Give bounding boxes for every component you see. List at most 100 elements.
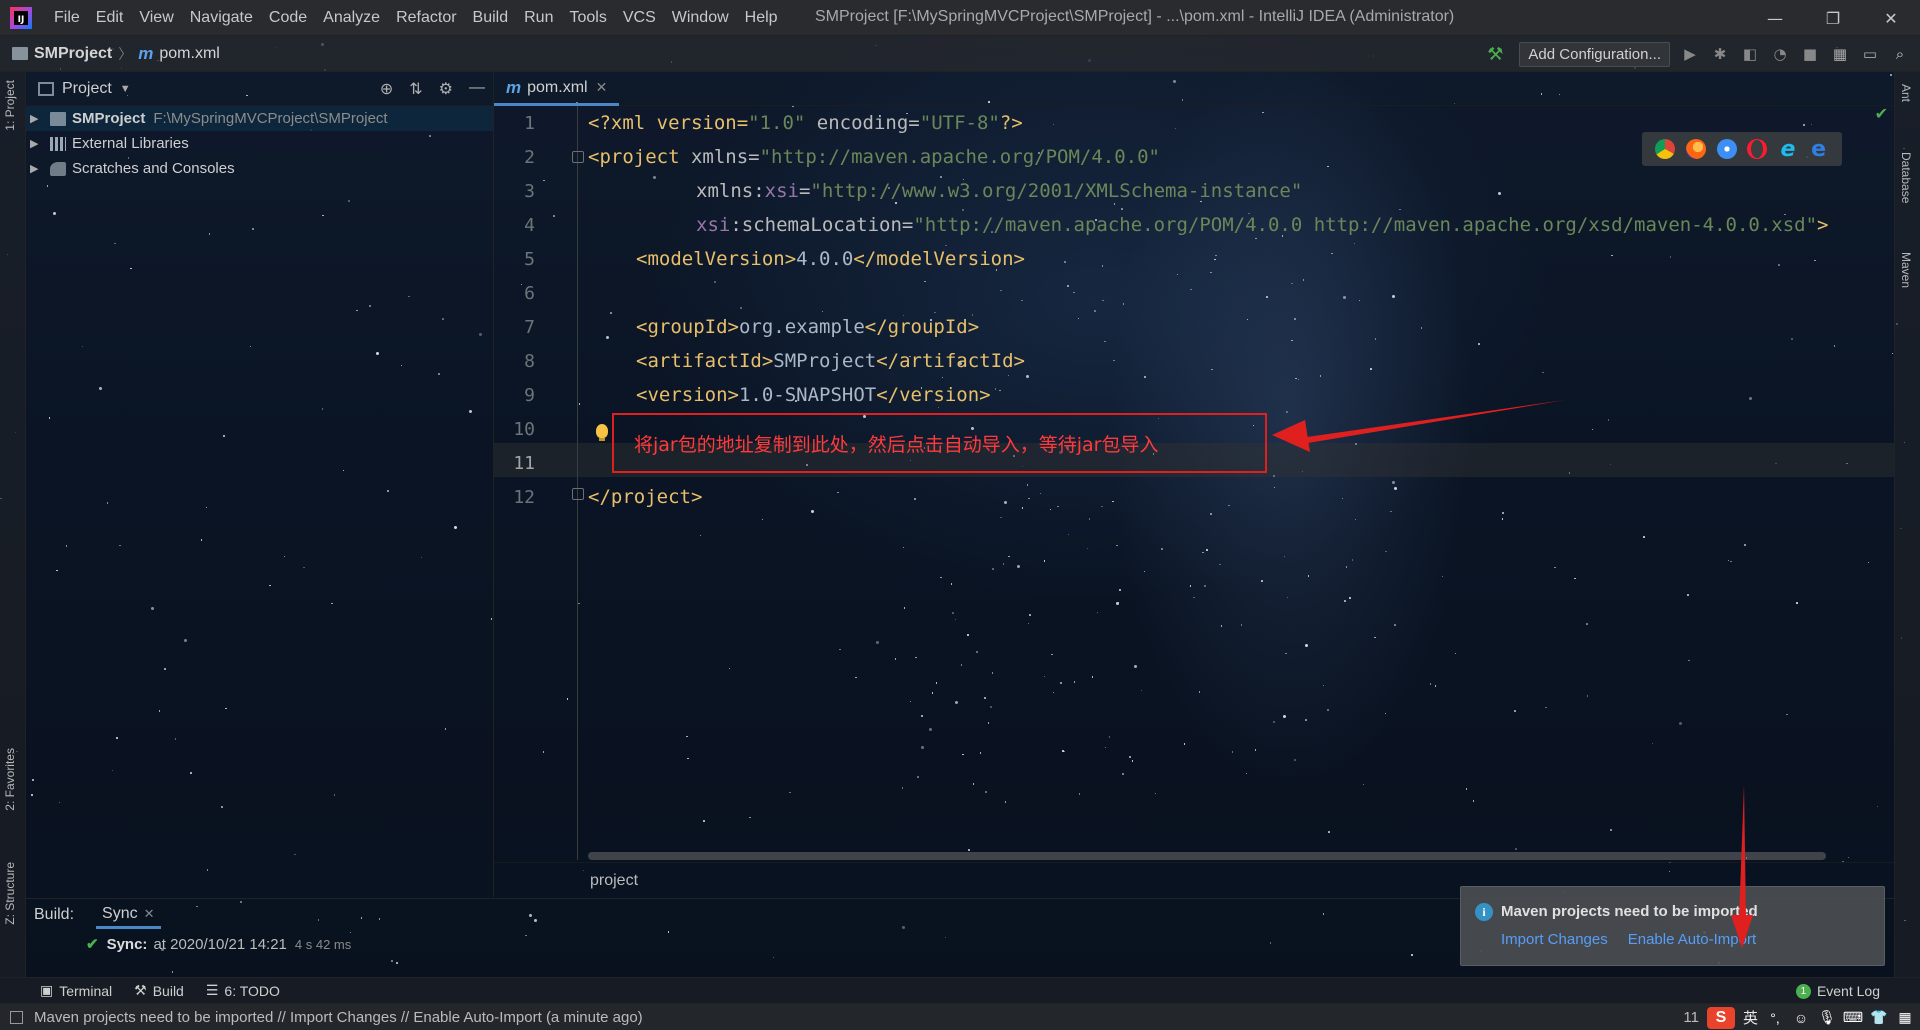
menu-vcs[interactable]: VCS xyxy=(615,9,664,27)
expand-arrow-icon[interactable]: ▶ xyxy=(30,137,46,150)
code-line-9: <version>1.0-SNAPSHOT</version> xyxy=(636,378,991,412)
add-configuration-button[interactable]: Add Configuration... xyxy=(1519,41,1670,67)
build-hammer-icon[interactable]: ⚒ xyxy=(1487,44,1503,65)
skin-icon[interactable]: 👕 xyxy=(1870,1009,1888,1026)
caret-position[interactable]: 11 xyxy=(1683,1009,1699,1026)
collapse-all-icon[interactable]: ⇅ xyxy=(409,79,422,99)
menu-file[interactable]: File xyxy=(46,9,88,27)
horizontal-scrollbar[interactable] xyxy=(588,852,1826,860)
hide-icon[interactable]: — xyxy=(469,79,485,99)
chevron-down-icon[interactable]: ▼ xyxy=(120,83,131,95)
firefox-icon[interactable] xyxy=(1685,139,1706,159)
opera-icon[interactable] xyxy=(1747,139,1768,159)
favorites-tool-tab[interactable]: 2: Favorites xyxy=(3,748,17,811)
toolbox-icon[interactable]: ▦ xyxy=(1896,1009,1914,1026)
code-editor[interactable]: <?xml version="1.0" encoding="UTF-8"?> <… xyxy=(588,106,1888,860)
safari-icon[interactable] xyxy=(1716,139,1737,159)
menu-help[interactable]: Help xyxy=(737,9,786,27)
menu-refactor[interactable]: Refactor xyxy=(388,9,464,27)
menu-window[interactable]: Window xyxy=(664,9,737,27)
line-number-current: 11 xyxy=(513,453,535,474)
enable-auto-import-link[interactable]: Enable Auto-Import xyxy=(1628,931,1756,948)
tab-sync[interactable]: Sync ✕ xyxy=(96,901,161,929)
annotation-text: 将jar包的地址复制到此处，然后点击自动导入，等待jar包导入 xyxy=(634,433,1159,456)
presentation-icon[interactable]: ▭ xyxy=(1860,44,1880,64)
keyboard-icon[interactable]: ⌨ xyxy=(1843,1009,1863,1026)
code-token: SMProject xyxy=(773,350,877,372)
punctuation-icon[interactable]: °, xyxy=(1766,1010,1784,1026)
sync-result-row[interactable]: ✔ Sync: at 2020/10/21 14:21 4 s 42 ms xyxy=(86,935,351,954)
breadcrumb-file[interactable]: pom.xml xyxy=(159,45,219,63)
breadcrumb-project-tag[interactable]: project xyxy=(590,872,638,890)
stop-icon[interactable]: ■ xyxy=(1800,44,1820,64)
todo-label: 6: TODO xyxy=(224,982,280,999)
code-line-8: <artifactId>SMProject</artifactId> xyxy=(636,344,1025,378)
intention-lightbulb-icon[interactable] xyxy=(596,424,608,441)
ant-tool-tab[interactable]: Ant xyxy=(1899,84,1913,102)
profile-icon[interactable]: ◔ xyxy=(1770,44,1790,64)
gear-icon[interactable]: ⚙ xyxy=(439,79,453,99)
ime-tray: 11 S 英 °, ☺ 🎙 ⌨ 👕 ▦ xyxy=(1683,1004,1920,1030)
menu-code[interactable]: Code xyxy=(261,9,315,27)
tree-item-label: External Libraries xyxy=(72,135,189,152)
debug-icon[interactable]: ✱ xyxy=(1710,44,1730,64)
tool-windows-toggle-icon[interactable] xyxy=(10,1011,23,1024)
event-log-tab[interactable]: 1 Event Log xyxy=(1795,983,1880,999)
microphone-icon[interactable]: 🎙 xyxy=(1818,1009,1836,1026)
ie-icon[interactable]: e xyxy=(1778,137,1798,162)
minimize-button[interactable]: — xyxy=(1746,0,1804,36)
fold-marker-icon[interactable] xyxy=(572,488,584,500)
project-view-icon xyxy=(38,81,54,96)
line-number: 1 xyxy=(524,113,535,134)
maven-file-icon: m xyxy=(138,43,154,63)
maven-tool-tab[interactable]: Maven xyxy=(1899,252,1913,288)
expand-arrow-icon[interactable]: ▶ xyxy=(30,162,46,175)
edge-icon[interactable]: e xyxy=(1809,137,1829,162)
expand-arrow-icon[interactable]: ▶ xyxy=(30,112,46,125)
line-number: 9 xyxy=(524,385,535,406)
terminal-tab[interactable]: ▣ Terminal xyxy=(40,982,112,999)
ime-language[interactable]: 英 xyxy=(1743,1007,1758,1028)
search-icon[interactable]: ⌕ xyxy=(1890,44,1910,64)
tab-label: pom.xml xyxy=(527,78,588,96)
project-tool-tab[interactable]: 1: Project xyxy=(3,80,17,131)
locate-icon[interactable]: ⊕ xyxy=(380,79,393,99)
structure-tool-tab[interactable]: Z: Structure xyxy=(3,862,17,925)
menu-tools[interactable]: Tools xyxy=(561,9,614,27)
tree-item-smproject[interactable]: ▶ SMProject F:\MySpringMVCProject\SMProj… xyxy=(26,106,493,131)
tree-item-scratches[interactable]: ▶ Scratches and Consoles xyxy=(26,156,493,181)
sync-tab-label: Sync xyxy=(102,904,138,922)
database-tool-tab[interactable]: Database xyxy=(1899,152,1913,203)
breadcrumb-project[interactable]: SMProject xyxy=(34,45,112,63)
project-view-selector[interactable]: Project xyxy=(62,80,112,98)
tree-item-path: F:\MySpringMVCProject\SMProject xyxy=(153,110,388,127)
project-structure-icon[interactable]: ▦ xyxy=(1830,44,1850,64)
tree-item-external-libraries[interactable]: ▶ External Libraries xyxy=(26,131,493,156)
import-changes-link[interactable]: Import Changes xyxy=(1501,931,1608,948)
sogou-ime-icon[interactable]: S xyxy=(1706,1006,1735,1029)
tab-pom-xml[interactable]: m pom.xml ✕ xyxy=(494,72,619,106)
menu-run[interactable]: Run xyxy=(516,9,561,27)
star-dot xyxy=(578,602,580,605)
menu-navigate[interactable]: Navigate xyxy=(182,9,261,27)
menu-view[interactable]: View xyxy=(131,9,181,27)
menu-edit[interactable]: Edit xyxy=(88,9,132,27)
run-icon[interactable]: ▶ xyxy=(1680,44,1700,64)
code-token: "UTF-8" xyxy=(919,112,1000,134)
todo-tab[interactable]: ☰ 6: TODO xyxy=(206,982,280,999)
fold-marker-icon[interactable] xyxy=(572,151,584,163)
close-tab-icon[interactable]: ✕ xyxy=(596,79,608,96)
close-tab-icon[interactable]: ✕ xyxy=(144,906,155,922)
menu-build[interactable]: Build xyxy=(465,9,517,27)
code-token: "1.0" xyxy=(748,112,806,134)
status-message[interactable]: Maven projects need to be imported // Im… xyxy=(34,1009,643,1026)
code-token: xsi xyxy=(696,214,731,236)
menu-analyze[interactable]: Analyze xyxy=(315,9,388,27)
chrome-icon[interactable] xyxy=(1655,139,1676,159)
inspection-ok-icon[interactable]: ✔ xyxy=(1875,104,1888,123)
coverage-icon[interactable]: ◧ xyxy=(1740,44,1760,64)
restore-button[interactable]: ❐ xyxy=(1804,0,1862,36)
build-tab[interactable]: ⚒ Build xyxy=(134,982,184,999)
close-button[interactable]: ✕ xyxy=(1862,0,1920,36)
emoji-icon[interactable]: ☺ xyxy=(1792,1010,1810,1026)
